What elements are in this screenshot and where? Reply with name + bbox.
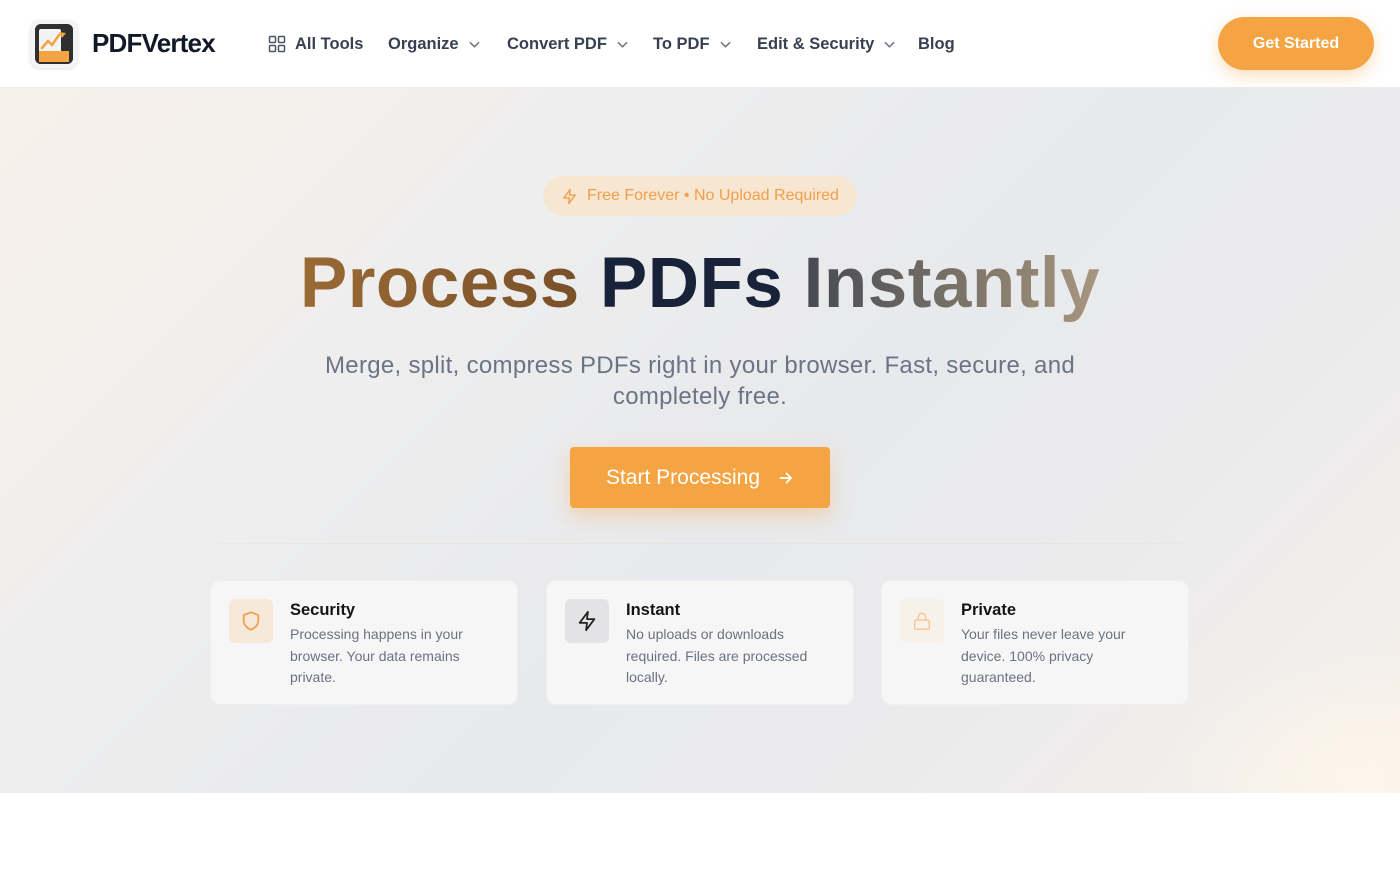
shield-icon xyxy=(242,611,260,631)
feature-card-private: Private Your files never leave your devi… xyxy=(881,580,1189,705)
hero-glow xyxy=(1160,648,1400,793)
feature-icon-box xyxy=(229,599,273,643)
hero-headline: Process PDFs Instantly xyxy=(0,243,1400,324)
headline-word: Process xyxy=(299,244,580,323)
headline-word: Instantly xyxy=(803,244,1101,323)
nav-to-pdf[interactable]: To PDF xyxy=(653,33,732,55)
chevron-down-icon xyxy=(884,41,895,48)
nav-label: To PDF xyxy=(653,34,710,53)
nav-label: All Tools xyxy=(295,34,364,53)
top-navbar: PDFVertex All Tools Organize Convert PDF… xyxy=(0,0,1400,88)
lightning-icon xyxy=(563,188,576,204)
lightning-icon xyxy=(578,610,596,632)
nav-edit-security[interactable]: Edit & Security xyxy=(757,33,896,55)
nav-label: Edit & Security xyxy=(757,34,875,53)
feature-title: Security xyxy=(290,601,356,619)
feature-description: No uploads or downloads required. Files … xyxy=(626,626,808,685)
nav-label: Convert PDF xyxy=(507,34,607,53)
brand-name[interactable]: PDFVertex xyxy=(92,28,216,59)
arrow-right-icon xyxy=(779,472,792,483)
feature-description: Processing happens in your browser. Your… xyxy=(290,626,463,685)
feature-title: Private xyxy=(961,601,1017,619)
headline-word: PDFs xyxy=(599,244,784,323)
chevron-down-icon xyxy=(617,41,628,48)
grid-icon xyxy=(268,35,286,53)
nav-all-tools[interactable]: All Tools xyxy=(268,33,363,55)
chevron-down-icon xyxy=(469,41,480,48)
nav-convert-pdf[interactable]: Convert PDF xyxy=(507,33,629,55)
nav-blog[interactable]: Blog xyxy=(918,33,955,55)
start-processing-button[interactable]: Start Processing xyxy=(570,447,830,508)
badge-text: Free Forever • No Upload Required xyxy=(587,187,839,204)
feature-title: Instant xyxy=(626,601,681,619)
chevron-down-icon xyxy=(720,41,730,48)
feature-icon-box xyxy=(565,599,609,643)
button-label: Start Processing xyxy=(605,465,761,489)
feature-card-instant: Instant No uploads or downloads required… xyxy=(546,580,854,705)
feature-description: Your files never leave your device. 100%… xyxy=(961,626,1126,685)
hero-subtitle: Merge, split, compress PDFs right in you… xyxy=(325,352,1075,410)
promo-badge: Free Forever • No Upload Required xyxy=(543,176,857,216)
section-divider xyxy=(210,543,1190,544)
brand-logo[interactable] xyxy=(30,20,78,68)
nav-label: Organize xyxy=(388,34,459,53)
lock-icon xyxy=(913,612,931,630)
nav-label: Blog xyxy=(918,34,955,53)
feature-card-security: Security Processing happens in your brow… xyxy=(210,580,518,705)
logo-icon xyxy=(35,24,73,64)
get-started-button[interactable]: Get Started xyxy=(1218,17,1374,70)
hero-section: Free Forever • No Upload Required Proces… xyxy=(0,88,1400,793)
nav-organize[interactable]: Organize xyxy=(388,33,481,55)
feature-icon-box xyxy=(900,599,944,643)
